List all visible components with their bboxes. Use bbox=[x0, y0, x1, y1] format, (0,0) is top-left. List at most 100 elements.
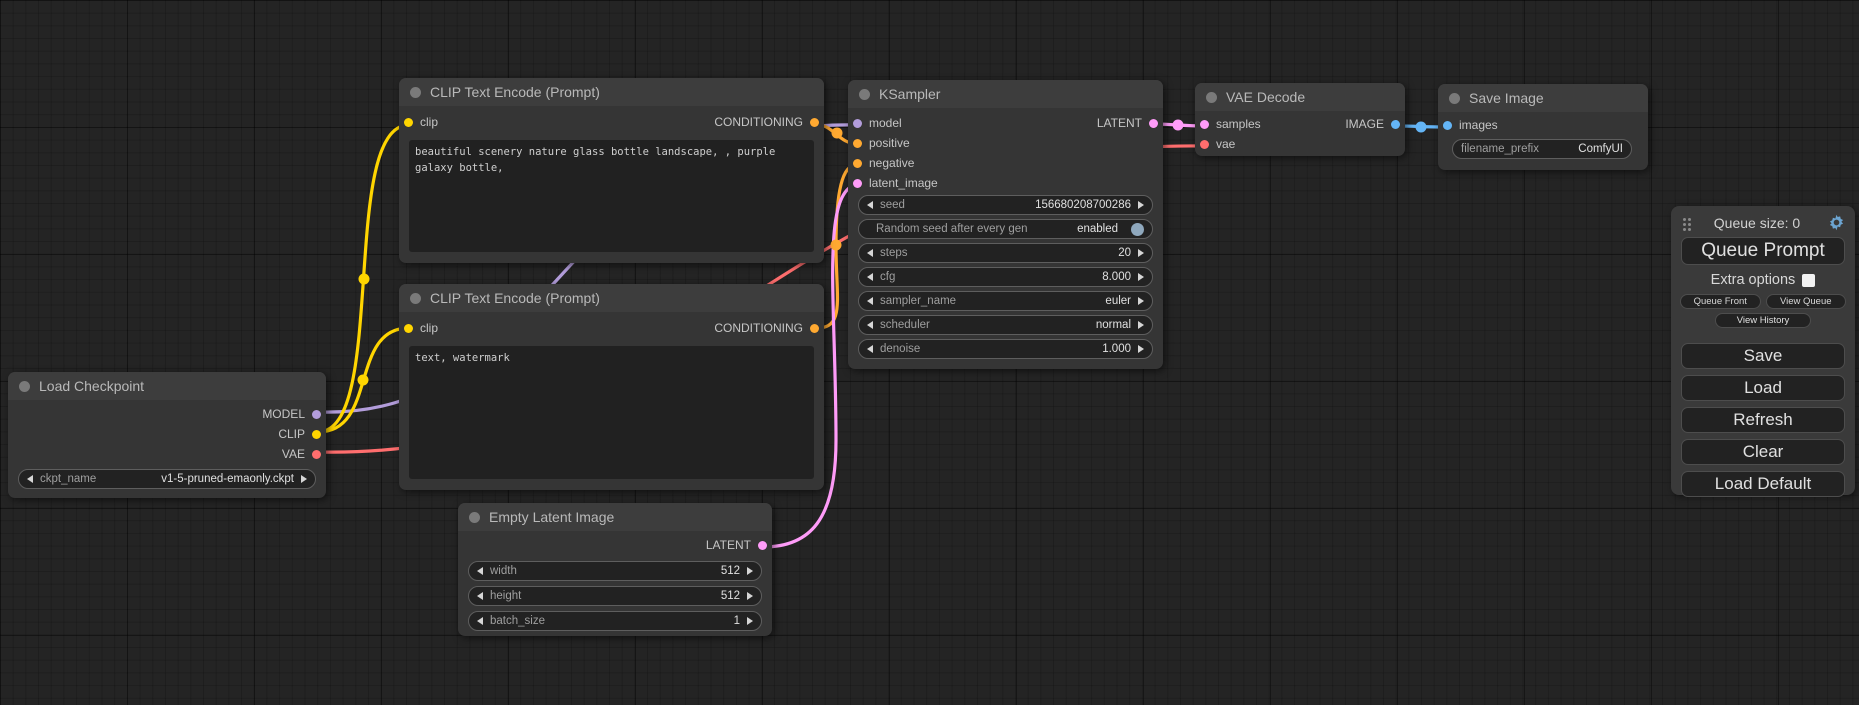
output-latent[interactable]: LATENT bbox=[1097, 116, 1158, 130]
input-positive[interactable]: positive bbox=[853, 136, 910, 150]
node-title-bar[interactable]: CLIP Text Encode (Prompt) bbox=[399, 78, 824, 106]
model-slot-icon[interactable] bbox=[312, 410, 321, 419]
model-slot-icon[interactable] bbox=[853, 119, 862, 128]
step-right-icon[interactable] bbox=[1138, 345, 1144, 353]
positive-prompt-textarea[interactable]: beautiful scenery nature glass bottle la… bbox=[409, 140, 814, 252]
graph-canvas[interactable]: Load Checkpoint MODEL CLIP VAE bbox=[0, 0, 1859, 705]
refresh-button[interactable]: Refresh bbox=[1681, 407, 1845, 433]
scheduler-widget[interactable]: scheduler normal bbox=[858, 315, 1153, 335]
random-seed-toggle-widget[interactable]: Random seed after every gen enabled bbox=[858, 219, 1153, 239]
input-negative[interactable]: negative bbox=[853, 156, 914, 170]
conditioning-slot-icon[interactable] bbox=[810, 324, 819, 333]
negative-prompt-textarea[interactable]: text, watermark bbox=[409, 346, 814, 479]
step-left-icon[interactable] bbox=[867, 249, 873, 257]
step-left-icon[interactable] bbox=[867, 201, 873, 209]
step-left-icon[interactable] bbox=[27, 475, 33, 483]
node-title-bar[interactable]: Empty Latent Image bbox=[458, 503, 772, 531]
input-latent-image[interactable]: latent_image bbox=[853, 176, 938, 190]
load-button[interactable]: Load bbox=[1681, 375, 1845, 401]
node-title-bar[interactable]: Save Image bbox=[1438, 84, 1648, 112]
denoise-widget[interactable]: denoise 1.000 bbox=[858, 339, 1153, 359]
output-conditioning[interactable]: CONDITIONING bbox=[714, 115, 819, 129]
output-model[interactable]: MODEL bbox=[262, 407, 321, 421]
width-widget[interactable]: width 512 bbox=[468, 561, 762, 581]
sampler-name-widget[interactable]: sampler_name euler bbox=[858, 291, 1153, 311]
node-ksampler[interactable]: KSampler model LATENT positive bbox=[848, 80, 1163, 369]
collapse-dot-icon[interactable] bbox=[859, 89, 870, 100]
image-slot-icon[interactable] bbox=[1391, 120, 1400, 129]
latent-slot-icon[interactable] bbox=[853, 179, 862, 188]
output-clip[interactable]: CLIP bbox=[278, 427, 321, 441]
load-default-button[interactable]: Load Default bbox=[1681, 471, 1845, 497]
step-right-icon[interactable] bbox=[1138, 321, 1144, 329]
collapse-dot-icon[interactable] bbox=[410, 293, 421, 304]
input-vae[interactable]: vae bbox=[1200, 137, 1235, 151]
step-left-icon[interactable] bbox=[867, 345, 873, 353]
node-title-bar[interactable]: Load Checkpoint bbox=[8, 372, 326, 400]
step-left-icon[interactable] bbox=[477, 617, 483, 625]
queue-prompt-button[interactable]: Queue Prompt bbox=[1681, 237, 1845, 265]
extra-options-checkbox[interactable] bbox=[1802, 274, 1815, 287]
image-slot-icon[interactable] bbox=[1443, 121, 1452, 130]
seed-widget[interactable]: seed 156680208700286 bbox=[858, 195, 1153, 215]
cfg-widget[interactable]: cfg 8.000 bbox=[858, 267, 1153, 287]
vae-slot-icon[interactable] bbox=[1200, 140, 1209, 149]
clip-slot-icon[interactable] bbox=[404, 324, 413, 333]
collapse-dot-icon[interactable] bbox=[410, 87, 421, 98]
step-left-icon[interactable] bbox=[867, 273, 873, 281]
step-right-icon[interactable] bbox=[1138, 273, 1144, 281]
queue-front-button[interactable]: Queue Front bbox=[1680, 294, 1761, 309]
node-clip-text-encode-negative[interactable]: CLIP Text Encode (Prompt) clip CONDITION… bbox=[399, 284, 824, 490]
step-right-icon[interactable] bbox=[1138, 249, 1144, 257]
input-images[interactable]: images bbox=[1443, 118, 1498, 132]
step-left-icon[interactable] bbox=[867, 321, 873, 329]
input-samples[interactable]: samples bbox=[1200, 117, 1261, 131]
node-clip-text-encode-positive[interactable]: CLIP Text Encode (Prompt) clip CONDITION… bbox=[399, 78, 824, 263]
node-title-bar[interactable]: VAE Decode bbox=[1195, 83, 1405, 111]
collapse-dot-icon[interactable] bbox=[1206, 92, 1217, 103]
output-latent[interactable]: LATENT bbox=[706, 538, 767, 552]
step-right-icon[interactable] bbox=[747, 592, 753, 600]
node-title-bar[interactable]: CLIP Text Encode (Prompt) bbox=[399, 284, 824, 312]
save-button[interactable]: Save bbox=[1681, 343, 1845, 369]
step-right-icon[interactable] bbox=[747, 617, 753, 625]
output-conditioning[interactable]: CONDITIONING bbox=[714, 321, 819, 335]
collapse-dot-icon[interactable] bbox=[19, 381, 30, 392]
steps-widget[interactable]: steps 20 bbox=[858, 243, 1153, 263]
node-vae-decode[interactable]: VAE Decode samples IMAGE vae bbox=[1195, 83, 1405, 156]
batch-size-widget[interactable]: batch_size 1 bbox=[468, 611, 762, 631]
step-right-icon[interactable] bbox=[747, 567, 753, 575]
latent-slot-icon[interactable] bbox=[758, 541, 767, 550]
vae-slot-icon[interactable] bbox=[312, 450, 321, 459]
clear-button[interactable]: Clear bbox=[1681, 439, 1845, 465]
step-left-icon[interactable] bbox=[867, 297, 873, 305]
latent-slot-icon[interactable] bbox=[1149, 119, 1158, 128]
collapse-dot-icon[interactable] bbox=[1449, 93, 1460, 104]
clip-slot-icon[interactable] bbox=[404, 118, 413, 127]
conditioning-slot-icon[interactable] bbox=[853, 139, 862, 148]
step-right-icon[interactable] bbox=[301, 475, 307, 483]
collapse-dot-icon[interactable] bbox=[469, 512, 480, 523]
view-queue-button[interactable]: View Queue bbox=[1766, 294, 1847, 309]
height-widget[interactable]: height 512 bbox=[468, 586, 762, 606]
toggle-enabled-icon[interactable] bbox=[1131, 223, 1144, 236]
conditioning-slot-icon[interactable] bbox=[810, 118, 819, 127]
latent-slot-icon[interactable] bbox=[1200, 120, 1209, 129]
conditioning-slot-icon[interactable] bbox=[853, 159, 862, 168]
clip-slot-icon[interactable] bbox=[312, 430, 321, 439]
input-model[interactable]: model bbox=[853, 116, 902, 130]
output-image[interactable]: IMAGE bbox=[1345, 117, 1400, 131]
step-left-icon[interactable] bbox=[477, 567, 483, 575]
step-right-icon[interactable] bbox=[1138, 201, 1144, 209]
node-title-bar[interactable]: KSampler bbox=[848, 80, 1163, 108]
filename-prefix-widget[interactable]: filename_prefix ComfyUI bbox=[1452, 139, 1632, 159]
step-right-icon[interactable] bbox=[1138, 297, 1144, 305]
settings-gear-icon[interactable] bbox=[1828, 214, 1845, 231]
node-empty-latent-image[interactable]: Empty Latent Image LATENT width 512 heig… bbox=[458, 503, 772, 636]
view-history-button[interactable]: View History bbox=[1715, 313, 1811, 328]
input-clip[interactable]: clip bbox=[404, 115, 438, 129]
step-left-icon[interactable] bbox=[477, 592, 483, 600]
output-vae[interactable]: VAE bbox=[282, 447, 321, 461]
ckpt-name-widget[interactable]: ckpt_name v1-5-pruned-emaonly.ckpt bbox=[18, 469, 316, 489]
input-clip[interactable]: clip bbox=[404, 321, 438, 335]
